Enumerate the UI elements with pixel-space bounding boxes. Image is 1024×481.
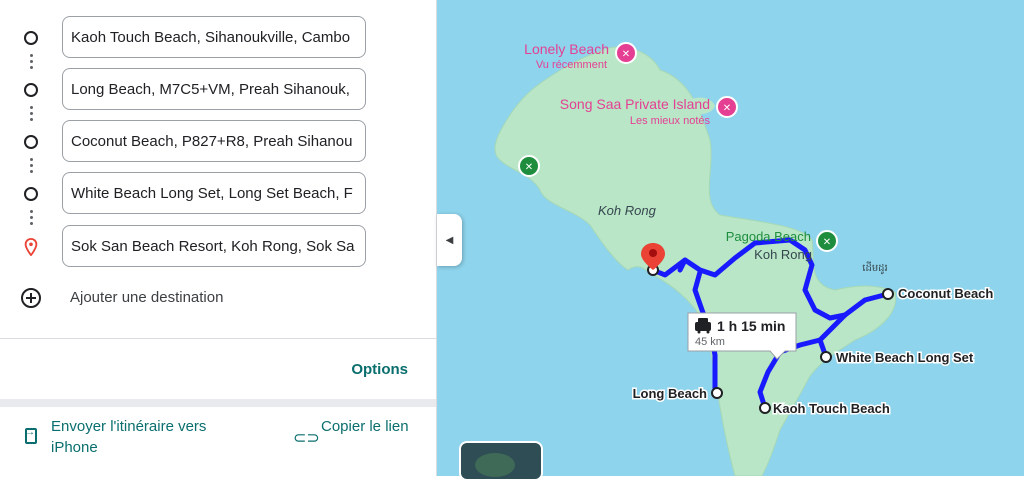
divider [0, 338, 436, 339]
waypoint-input[interactable]: Sok San Beach Resort, Koh Rong, Sok Sa [62, 225, 366, 267]
stop-marker [820, 351, 832, 363]
route-distance: 45 km [695, 336, 725, 348]
poi-label: Pagoda Beach [726, 229, 811, 244]
svg-text:✕: ✕ [525, 162, 533, 173]
link-icon: ⊂⊃ [293, 430, 320, 447]
circle-waypoint-icon [24, 83, 38, 97]
poi-label: Song Saa Private Island [560, 96, 710, 112]
svg-text:✕: ✕ [622, 49, 630, 60]
svg-text:✕: ✕ [823, 237, 831, 248]
waypoint-row: Long Beach, M7C5+VM, Preah Sihanouk, [0, 68, 436, 112]
map-label: ដើមដូរ [862, 261, 887, 275]
stop-label: Kaoh Touch Beach [773, 401, 890, 416]
stop-label: Long Beach [633, 386, 707, 401]
waypoint-row: Sok San Beach Resort, Koh Rong, Sok Sa [0, 225, 436, 269]
stop-marker [711, 387, 723, 399]
stop-label: White Beach Long Set [836, 350, 974, 365]
map[interactable]: ✕ ✕ ✕ ✕ Lonely Beach Vu récemment Song S… [437, 0, 1024, 476]
waypoint-row: Coconut Beach, P827+R8, Preah Sihanou [0, 120, 436, 164]
options-button[interactable]: Options [351, 361, 408, 378]
send-to-phone-icon [25, 427, 37, 444]
copy-link-label: Copier le lien [321, 418, 409, 435]
waypoint-row: Kaoh Touch Beach, Sihanoukville, Cambo [0, 16, 436, 60]
circle-waypoint-icon [24, 135, 38, 149]
copy-link-button[interactable]: ⊂⊃ Copier le lien [293, 414, 423, 458]
poi-sublabel: Vu récemment [536, 59, 607, 71]
stop-label: Coconut Beach [898, 286, 993, 301]
send-to-phone-button[interactable]: Envoyer l'itinéraire vers iPhone [22, 414, 262, 458]
waypoint-input[interactable]: Coconut Beach, P827+R8, Preah Sihanou [62, 120, 366, 162]
waypoint-row: White Beach Long Set, Long Set Beach, F [0, 172, 436, 216]
stop-marker [882, 288, 894, 300]
poi-sublabel: Les mieux notés [630, 115, 711, 127]
collapse-arrow-icon: ◀ [445, 234, 454, 246]
waypoint-input[interactable]: Long Beach, M7C5+VM, Preah Sihanouk, [62, 68, 366, 110]
map-canvas: ✕ ✕ ✕ ✕ Lonely Beach Vu récemment Song S… [494, 41, 995, 476]
waypoint-input[interactable]: Kaoh Touch Beach, Sihanoukville, Cambo [62, 16, 366, 58]
poi-label: Lonely Beach [524, 41, 609, 57]
send-to-phone-label: Envoyer l'itinéraire vers iPhone [51, 418, 207, 456]
waypoint-input[interactable]: White Beach Long Set, Long Set Beach, F [62, 172, 366, 214]
section-divider [0, 399, 436, 407]
svg-text:✕: ✕ [723, 103, 731, 114]
circle-waypoint-icon [24, 187, 38, 201]
pin-icon [24, 238, 38, 256]
island-label: Koh Rong [598, 203, 657, 218]
map-label: Koh Rong [754, 247, 812, 262]
add-destination-button[interactable]: Ajouter une destination [0, 284, 436, 314]
directions-panel: Kaoh Touch Beach, Sihanoukville, Cambo L… [0, 0, 437, 476]
circle-waypoint-icon [24, 31, 38, 45]
stop-marker [759, 402, 771, 414]
plus-icon [21, 288, 41, 308]
collapse-panel-button[interactable]: ◀ [437, 214, 462, 266]
add-destination-label: Ajouter une destination [70, 289, 224, 306]
route-time: 1 h 15 min [717, 318, 785, 334]
layers-button[interactable] [459, 441, 543, 481]
